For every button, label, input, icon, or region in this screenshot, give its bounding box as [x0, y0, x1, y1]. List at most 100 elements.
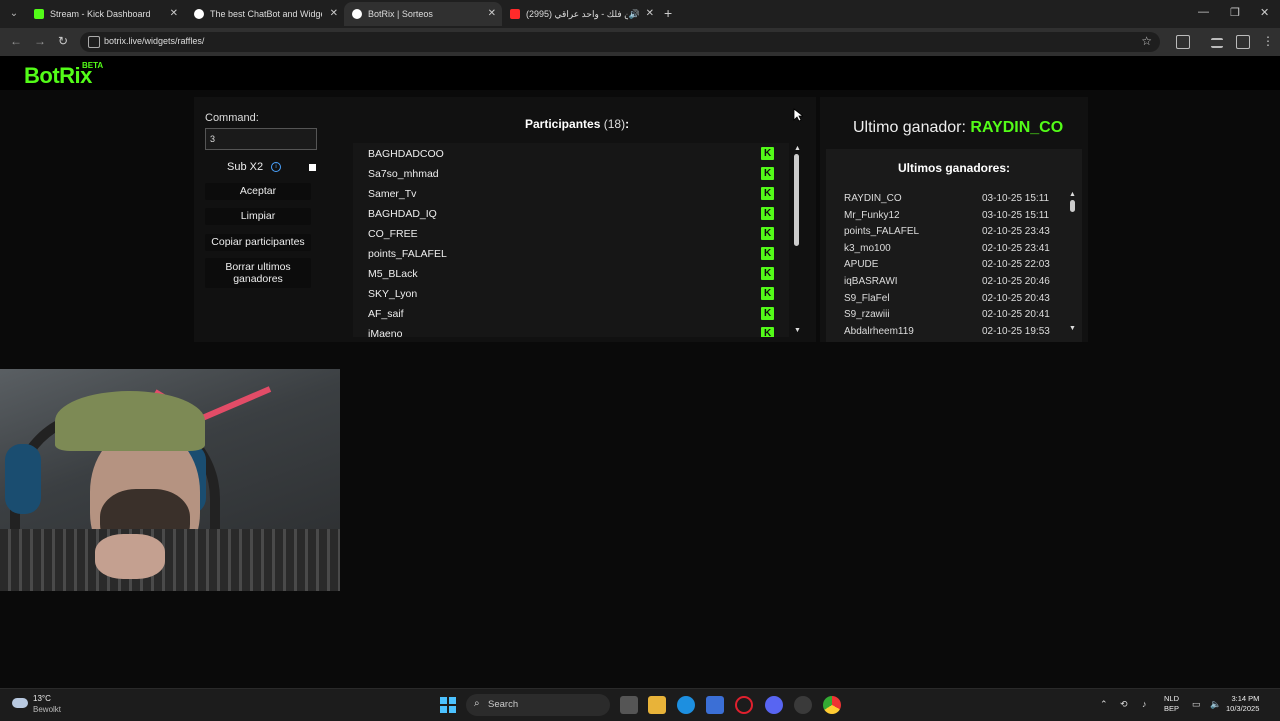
tray-overflow-chevron-icon[interactable]: ⌃	[1100, 699, 1108, 710]
edge-browser-icon[interactable]	[677, 696, 695, 714]
accept-button[interactable]: Aceptar	[205, 183, 311, 200]
list-item: Samer_Tv K	[353, 185, 774, 205]
windows-start-icon[interactable]	[440, 697, 456, 713]
forward-arrow-icon[interactable]: →	[34, 34, 46, 48]
tab-botrix-sorteos[interactable]: BotRix | Sorteos ✕	[344, 2, 502, 26]
task-view-icon[interactable]	[620, 696, 638, 714]
scroll-up-arrow-icon[interactable]: ▲	[794, 145, 801, 152]
speaker-icon[interactable]: 🔊	[629, 2, 640, 26]
menu-kebab-icon[interactable]: ⋮	[1262, 34, 1274, 48]
beta-badge: BETA	[82, 61, 104, 70]
tab-title: BotRix | Sorteos	[368, 9, 433, 19]
address-bar[interactable]: botrix.live/widgets/raffles/ ☆	[80, 32, 1160, 52]
participant-name: BAGHDADCOO	[368, 148, 444, 160]
maximize-icon[interactable]: ❐	[1230, 6, 1240, 19]
discord-icon[interactable]	[765, 696, 783, 714]
close-tab-icon[interactable]: ✕	[646, 2, 654, 26]
input-language[interactable]: NLD BEP	[1164, 694, 1179, 714]
weather-temperature[interactable]: 13°C	[33, 694, 51, 703]
kick-icon-glyph: K	[764, 328, 772, 337]
sync-icon[interactable]: ⟲	[1120, 699, 1128, 710]
weather-condition[interactable]: Bewolkt	[33, 705, 61, 714]
back-arrow-icon[interactable]: ←	[10, 34, 22, 48]
sub-x2-checkbox[interactable]	[309, 164, 316, 171]
scroll-up-arrow-icon[interactable]: ▲	[1069, 191, 1076, 198]
settings-gear-icon[interactable]	[794, 696, 812, 714]
participants-count: (18)	[603, 117, 626, 131]
participant-name: SKY_Lyon	[368, 288, 418, 300]
winner-date: 02-10-25 19:53	[982, 326, 1050, 337]
tab-kick-dashboard[interactable]: Stream - Kick Dashboard ✕	[26, 2, 184, 26]
chrome-icon[interactable]	[823, 696, 841, 714]
opera-icon[interactable]	[735, 696, 753, 714]
profile-icon[interactable]	[1236, 35, 1250, 49]
command-label: Command:	[205, 112, 259, 124]
clock-time: 3:14 PM	[1231, 694, 1260, 703]
raffle-panel: Command: Sub X2 i Aceptar Limpiar Copiar…	[194, 97, 816, 342]
url-text[interactable]: botrix.live/widgets/raffles/	[104, 36, 204, 46]
delete-last-winners-button[interactable]: Borrar ultimos ganadores	[205, 258, 311, 288]
winners-list-box[interactable]: Ultimos ganadores: RAYDIN_CO 03-10-25 15:…	[826, 149, 1082, 342]
mouse-cursor-icon	[793, 108, 803, 122]
winner-name: Abdalrheem119	[844, 326, 914, 337]
file-explorer-icon[interactable]	[648, 696, 666, 714]
button-label-line: Borrar ultimos	[225, 261, 291, 273]
close-window-icon[interactable]: ✕	[1260, 6, 1269, 19]
cloud-weather-icon[interactable]	[12, 698, 28, 708]
kick-icon: K	[761, 327, 774, 337]
tab-search-icon[interactable]: ⌄	[6, 6, 22, 22]
winner-name: S9_rzawiii	[844, 309, 890, 320]
microphone-icon[interactable]: ♪	[1142, 699, 1147, 709]
close-tab-icon[interactable]: ✕	[170, 2, 178, 26]
participants-list[interactable]: BAGHDADCOO K Sa7so_mhmad K Samer_Tv K BAGHD…	[353, 143, 789, 337]
winner-name: APUDE	[844, 259, 879, 270]
winner-row: S9_rzawiii 02-10-25 20:41	[844, 309, 1056, 325]
store-icon[interactable]	[706, 696, 724, 714]
winner-row: Abdalrheem119 02-10-25 19:53	[844, 326, 1056, 342]
copy-participants-button[interactable]: Copiar participantes	[205, 234, 311, 251]
winner-name: S9_FlaFel	[844, 293, 890, 304]
winners-scrollbar[interactable]	[1070, 200, 1075, 212]
scroll-down-arrow-icon[interactable]: ▼	[1069, 325, 1076, 332]
kick-icon: K	[761, 287, 774, 300]
winner-row: Mr_Funky12 03-10-25 15:11	[844, 210, 1056, 226]
kick-icon: K	[761, 247, 774, 260]
last-winner: Ultimo ganador: RAYDIN_CO	[853, 119, 1063, 137]
clock-date: 10/3/2025	[1226, 704, 1260, 713]
minimize-icon[interactable]: —	[1198, 6, 1209, 18]
volume-icon[interactable]: 🔈	[1210, 699, 1221, 710]
close-tab-icon[interactable]: ✕	[330, 2, 338, 26]
scroll-down-arrow-icon[interactable]: ▼	[794, 327, 801, 334]
tab-youtube[interactable]: حسين فلك - واحد عراقي (2995) 🔊 ✕	[502, 2, 660, 26]
bookmark-star-icon[interactable]: ☆	[1141, 34, 1152, 48]
winners-list-title: Ultimos ganadores:	[897, 161, 1011, 175]
tab-title: Stream - Kick Dashboard	[50, 9, 151, 19]
info-icon[interactable]: i	[271, 162, 281, 172]
winner-date: 03-10-25 15:11	[982, 193, 1050, 204]
participant-name: M5_BLack	[368, 268, 418, 280]
extensions-icon[interactable]	[1176, 35, 1190, 49]
media-control-icon[interactable]	[1211, 38, 1223, 48]
windows-taskbar: 13°C Bewolkt ⌕ Search ⌃ ⟲ ♪ NLD BEP ▭ 🔈 3…	[0, 688, 1280, 721]
last-winner-name: RAYDIN_CO	[970, 119, 1064, 136]
kick-icon-glyph: K	[764, 308, 772, 319]
site-info-icon[interactable]	[88, 36, 100, 48]
winner-date: 02-10-25 23:41	[982, 243, 1050, 254]
new-tab-plus-icon[interactable]: +	[664, 5, 672, 21]
system-clock[interactable]: 3:14 PM 10/3/2025	[1226, 694, 1259, 714]
search-icon: ⌕	[474, 698, 480, 709]
taskbar-search[interactable]: ⌕ Search	[466, 694, 610, 716]
reload-icon[interactable]: ↻	[58, 34, 68, 48]
close-tab-icon[interactable]: ✕	[488, 2, 496, 26]
participants-scrollbar[interactable]	[794, 154, 799, 246]
kick-icon: K	[761, 147, 774, 160]
command-input[interactable]	[205, 128, 317, 150]
button-label-line: ganadores	[233, 273, 283, 285]
language-code: NLD	[1164, 694, 1180, 703]
clear-button[interactable]: Limpiar	[205, 208, 311, 225]
network-icon[interactable]: ▭	[1192, 699, 1201, 710]
kick-icon: K	[761, 267, 774, 280]
tab-botrix-home[interactable]: The best ChatBot and Widgets ✕	[186, 2, 344, 26]
kick-icon: K	[761, 307, 774, 320]
winner-row: k3_mo100 02-10-25 23:41	[844, 243, 1056, 259]
